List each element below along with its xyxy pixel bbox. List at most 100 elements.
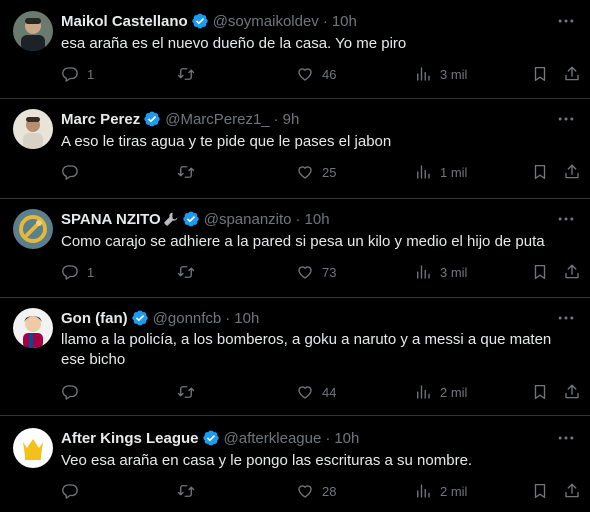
tweet-header: Maikol Castellano @soymaikoldev · 10h [61, 11, 357, 31]
like-button[interactable]: 44 [296, 383, 336, 401]
reply-count: 1 [87, 264, 95, 280]
bookmark-icon [531, 163, 549, 181]
author-handle[interactable]: @MarcPerez1_ [165, 111, 269, 128]
action-bar: 1 46 3 mil [61, 65, 590, 85]
bookmark-button[interactable] [531, 263, 549, 281]
author-name[interactable]: Gon (fan) [61, 310, 128, 327]
like-button[interactable]: 25 [296, 163, 336, 181]
more-icon[interactable] [556, 11, 576, 31]
views-icon [414, 65, 432, 83]
reply-button[interactable]: 1 [61, 263, 94, 281]
author-handle[interactable]: @gonnfcb [153, 310, 222, 327]
action-bar: 1 73 3 mil [61, 263, 590, 283]
more-icon[interactable] [556, 209, 576, 229]
author-name[interactable]: Marc Perez [61, 111, 140, 128]
share-button[interactable] [563, 65, 581, 83]
views-count: 2 mil [440, 483, 468, 499]
bookmark-icon [531, 65, 549, 83]
like-count: 44 [322, 384, 337, 400]
views-button[interactable]: 3 mil [414, 263, 467, 281]
retweet-button[interactable] [177, 383, 203, 401]
author-name[interactable]: After Kings League [61, 430, 199, 447]
more-icon[interactable] [556, 428, 576, 448]
reply-icon [61, 65, 79, 83]
reply-icon [61, 163, 79, 181]
tweet-header: Gon (fan) @gonnfcb · 10h [61, 308, 259, 328]
tweet-text: Como carajo se adhiere a la pared si pes… [61, 233, 545, 250]
timestamp[interactable]: 9h [283, 111, 300, 128]
reply-button[interactable] [61, 383, 87, 401]
tweet[interactable]: Gon (fan) @gonnfcb · 10h llamo a la poli… [0, 298, 590, 416]
bookmark-button[interactable] [531, 482, 549, 500]
like-icon [296, 482, 314, 500]
reply-button[interactable]: 1 [61, 65, 94, 83]
like-button[interactable]: 73 [296, 263, 336, 281]
retweet-icon [177, 163, 195, 181]
tweet[interactable]: Maikol Castellano @soymaikoldev · 10h es… [0, 0, 590, 99]
share-button[interactable] [563, 383, 581, 401]
views-button[interactable]: 2 mil [414, 482, 467, 500]
separator-dot: · [225, 309, 231, 327]
share-button[interactable] [563, 163, 581, 181]
reply-icon [61, 482, 79, 500]
like-button[interactable]: 46 [296, 65, 336, 83]
author-name[interactable]: Maikol Castellano [61, 13, 188, 30]
author-handle[interactable]: @afterkleague [224, 430, 322, 447]
timestamp[interactable]: 10h [305, 211, 330, 228]
avatar[interactable] [13, 428, 53, 468]
more-icon[interactable] [556, 308, 576, 328]
like-icon [296, 263, 314, 281]
timestamp[interactable]: 10h [332, 13, 357, 30]
separator-dot: · [325, 429, 331, 447]
author-name[interactable]: SPANA NZITO [61, 211, 161, 228]
views-icon [414, 482, 432, 500]
share-button[interactable] [563, 482, 581, 500]
views-icon [414, 263, 432, 281]
avatar[interactable] [13, 209, 53, 249]
views-button[interactable]: 2 mil [414, 383, 467, 401]
share-icon [563, 163, 581, 181]
action-bar: 44 2 mil [61, 383, 590, 403]
avatar[interactable] [13, 11, 53, 51]
like-button[interactable]: 28 [296, 482, 336, 500]
views-count: 3 mil [440, 264, 468, 280]
share-icon [563, 263, 581, 281]
verified-badge-icon [131, 309, 149, 327]
bookmark-icon [531, 383, 549, 401]
views-button[interactable]: 1 mil [414, 163, 467, 181]
views-count: 1 mil [440, 164, 468, 180]
tweet-text: Veo esa araña en casa y le pongo las esc… [61, 452, 473, 469]
timestamp[interactable]: 10h [234, 310, 259, 327]
tweet[interactable]: SPANA NZITO @spananzito · 10h Como caraj… [0, 199, 590, 298]
avatar[interactable] [13, 308, 53, 348]
views-count: 3 mil [440, 66, 468, 82]
separator-dot: · [273, 110, 279, 128]
reply-button[interactable] [61, 482, 87, 500]
tweet[interactable]: After Kings League @afterkleague · 10h V… [0, 416, 590, 512]
retweet-button[interactable] [177, 163, 203, 181]
separator-dot: · [295, 210, 301, 228]
retweet-button[interactable] [177, 65, 203, 83]
like-count: 28 [322, 483, 337, 499]
share-button[interactable] [563, 263, 581, 281]
author-handle[interactable]: @spananzito [204, 211, 292, 228]
tweet-text: esa araña es el nuevo dueño de la casa. … [61, 35, 407, 52]
author-handle[interactable]: @soymaikoldev [213, 13, 319, 30]
views-button[interactable]: 3 mil [414, 65, 467, 83]
retweet-icon [177, 65, 195, 83]
timestamp[interactable]: 10h [334, 430, 359, 447]
reply-button[interactable] [61, 163, 87, 181]
views-icon [414, 163, 432, 181]
verified-badge-icon [143, 110, 161, 128]
retweet-button[interactable] [177, 263, 203, 281]
bookmark-button[interactable] [531, 163, 549, 181]
bookmark-button[interactable] [531, 383, 549, 401]
like-count: 46 [322, 66, 337, 82]
retweet-icon [177, 482, 195, 500]
bookmark-button[interactable] [531, 65, 549, 83]
avatar[interactable] [13, 109, 53, 149]
retweet-button[interactable] [177, 482, 203, 500]
tweet[interactable]: Marc Perez @MarcPerez1_ · 9h A eso le ti… [0, 99, 590, 199]
more-icon[interactable] [556, 109, 576, 129]
like-count: 73 [322, 264, 337, 280]
